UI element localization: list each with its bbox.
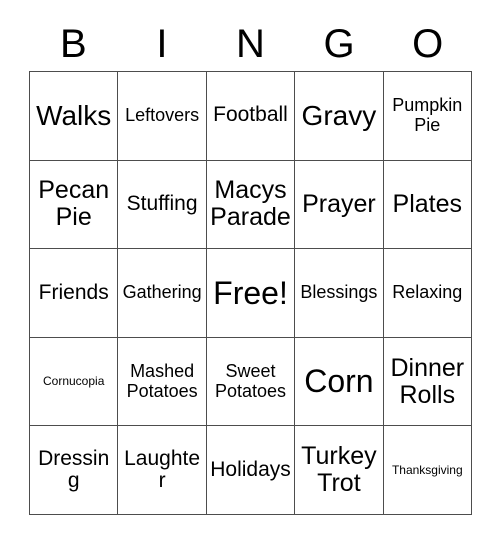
bingo-cell-label: Laughter — [124, 446, 201, 493]
bingo-cell[interactable]: Turkey Trot — [295, 426, 384, 515]
bingo-cell-label: Gathering — [122, 282, 202, 303]
bingo-cell[interactable]: Corn — [295, 337, 384, 427]
bingo-cell-label: Turkey Trot — [301, 442, 377, 498]
bingo-cell[interactable]: Free! — [206, 249, 296, 338]
bingo-cell[interactable]: Leftovers — [118, 72, 207, 161]
header-letter-i: I — [156, 22, 168, 66]
bingo-header: B I N G O — [29, 18, 472, 70]
bingo-cell-label: Football — [213, 103, 288, 127]
bingo-cell-label: Cornucopia — [43, 374, 105, 389]
bingo-cell-label: Gravy — [301, 99, 377, 131]
bingo-cell-label: Thanksgiving — [391, 462, 463, 477]
header-letter-n: N — [236, 22, 265, 66]
bingo-cell-label: Blessings — [300, 282, 378, 303]
header-cell-o: O — [383, 18, 472, 70]
bingo-cell-label: Free! — [213, 274, 288, 311]
bingo-cell-label: Mashed Potatoes — [126, 361, 198, 401]
bingo-cell[interactable]: Macys Parade — [206, 160, 296, 250]
header-cell-b: B — [29, 18, 118, 70]
header-letter-o: O — [412, 22, 444, 66]
bingo-cell-label: Pumpkin Pie — [392, 95, 463, 135]
bingo-cell-label: Sweet Potatoes — [214, 361, 287, 401]
header-letter-g: G — [323, 22, 355, 66]
bingo-cell[interactable]: Dressing — [30, 426, 119, 515]
bingo-cell-label: Walks — [36, 99, 112, 131]
header-letter-b: B — [59, 22, 87, 66]
bingo-cell-label: Plates — [392, 189, 463, 218]
header-cell-i: I — [118, 18, 207, 70]
bingo-cell-label: Holidays — [210, 457, 291, 481]
bingo-cell-label: Pecan Pie — [38, 176, 110, 232]
bingo-cell[interactable]: Gravy — [295, 72, 384, 161]
bingo-cell[interactable]: Friends — [30, 249, 119, 338]
bingo-cell[interactable]: Mashed Potatoes — [118, 337, 207, 427]
bingo-cell[interactable]: Blessings — [295, 249, 384, 338]
bingo-cell-label: Friends — [38, 280, 109, 304]
bingo-cell[interactable]: Pecan Pie — [30, 160, 119, 250]
bingo-cell[interactable]: Laughter — [118, 426, 207, 515]
bingo-cell[interactable]: Thanksgiving — [383, 426, 472, 515]
bingo-card: B I N G O Walks Leftovers Football Gravy Pum… — [0, 0, 500, 544]
bingo-grid: Walks Leftovers Football Gravy Pumpkin Pie Pe… — [29, 71, 472, 515]
bingo-cell[interactable]: Holidays — [206, 426, 296, 515]
bingo-cell[interactable]: Walks — [30, 72, 119, 161]
bingo-cell-label: Stuffing — [126, 192, 198, 216]
bingo-cell-label: Prayer — [302, 189, 376, 218]
bingo-cell[interactable]: Cornucopia — [30, 337, 119, 427]
bingo-cell[interactable]: Dinner Rolls — [383, 337, 472, 427]
bingo-cell[interactable]: Pumpkin Pie — [383, 72, 472, 161]
bingo-cell-label: Dinner Rolls — [390, 353, 465, 409]
bingo-cell-label: Macys Parade — [210, 176, 291, 232]
bingo-cell[interactable]: Relaxing — [383, 249, 472, 338]
bingo-cell[interactable]: Prayer — [295, 160, 384, 250]
bingo-cell-label: Relaxing — [392, 282, 463, 303]
bingo-cell-label: Leftovers — [125, 105, 200, 126]
bingo-cell[interactable]: Football — [206, 72, 296, 161]
bingo-cell[interactable]: Plates — [383, 160, 472, 250]
header-cell-g: G — [295, 18, 384, 70]
bingo-cell[interactable]: Gathering — [118, 249, 207, 338]
header-cell-n: N — [206, 18, 295, 70]
bingo-cell-label: Corn — [304, 363, 374, 400]
bingo-cell-label: Dressing — [38, 446, 110, 493]
bingo-cell[interactable]: Sweet Potatoes — [206, 337, 296, 427]
bingo-cell[interactable]: Stuffing — [118, 160, 207, 250]
